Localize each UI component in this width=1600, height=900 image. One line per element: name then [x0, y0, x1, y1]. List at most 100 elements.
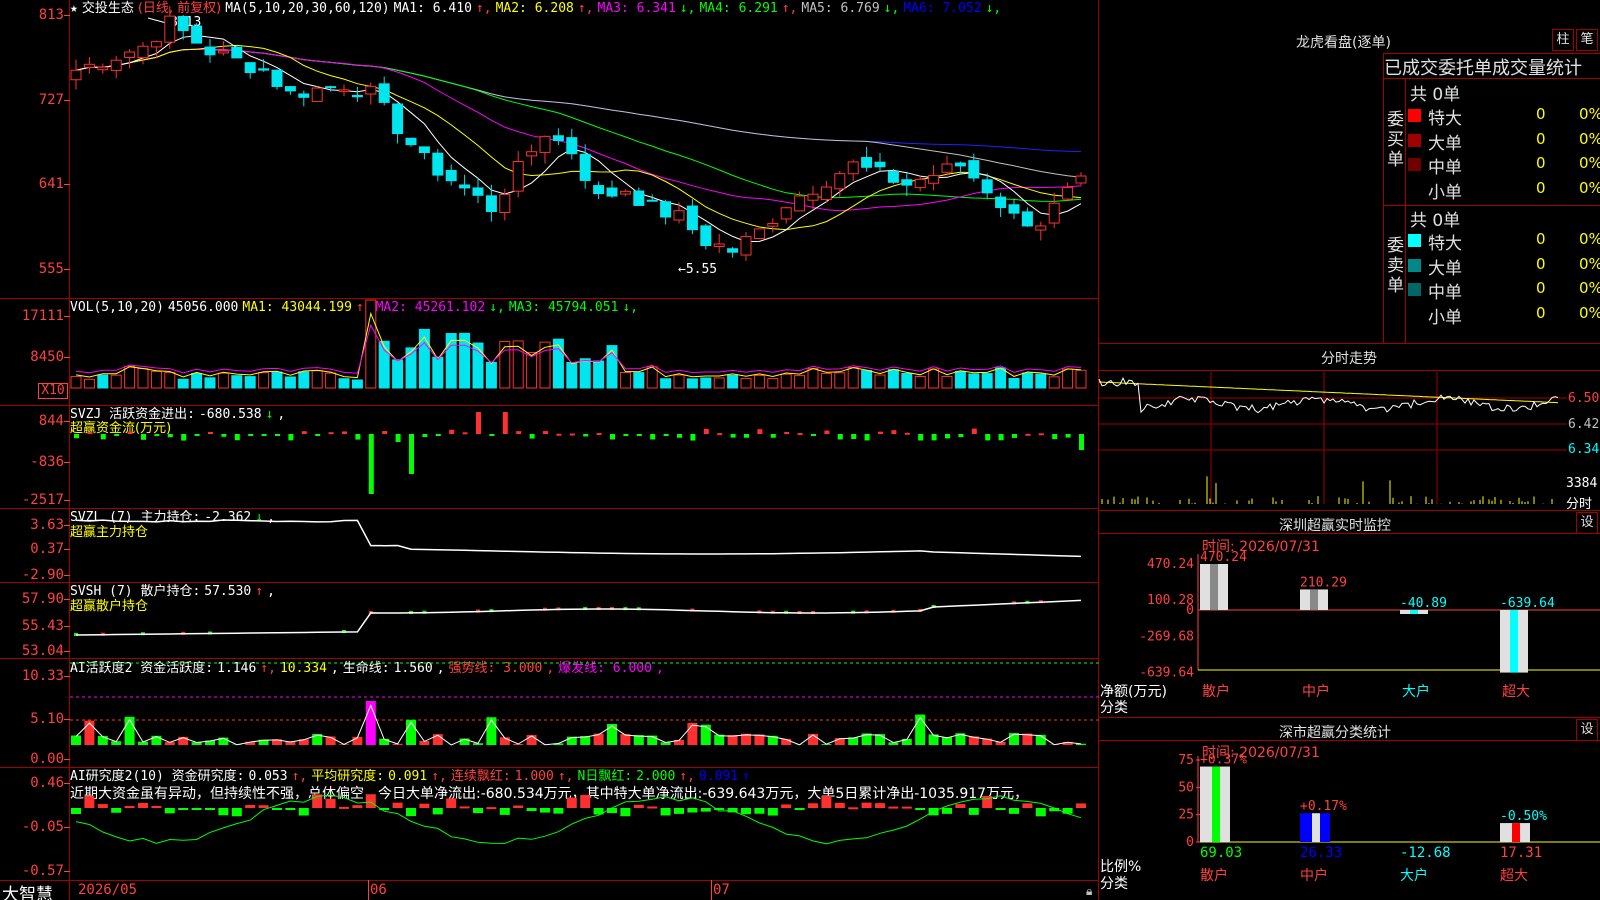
- sc-bottom-value: 26.33: [1300, 845, 1342, 861]
- sc-bar-top-label: +0.17%: [1300, 799, 1347, 814]
- vol-unit-badge: X10: [38, 383, 68, 399]
- flow-bar: [476, 412, 481, 434]
- flow-bar: [824, 430, 830, 434]
- volume-bar: [191, 373, 203, 389]
- volume-bar: [901, 372, 913, 389]
- research-bar: [473, 808, 483, 814]
- volume-bar: [137, 368, 149, 389]
- research-bar: [674, 808, 684, 814]
- ai-research-chart[interactable]: [70, 768, 1100, 880]
- candle-body: [968, 160, 980, 179]
- candle-body: [700, 225, 712, 247]
- svsh-chart[interactable]: [70, 583, 1100, 659]
- research-bar: [888, 806, 899, 809]
- intraday-ytick: 6.34: [1568, 442, 1600, 457]
- volume-bar: [284, 376, 296, 389]
- ai-active-ytick: 0.00: [30, 751, 64, 767]
- order-pct: 0%: [1579, 303, 1600, 322]
- candle-body: [311, 87, 323, 102]
- candle-body: [459, 184, 471, 189]
- candle-body: [606, 187, 618, 197]
- lock-icon[interactable]: 🔒︎: [1086, 884, 1092, 899]
- sz-bar-label: 210.29: [1300, 575, 1347, 590]
- order-pct: 0%: [1579, 154, 1600, 172]
- svzl-chart[interactable]: [70, 509, 1100, 583]
- flow-bar: [918, 434, 924, 441]
- flow-bar: [194, 434, 200, 436]
- volume-bar: [1035, 373, 1047, 389]
- flow-bar: [757, 429, 763, 434]
- research-bar: [205, 808, 215, 810]
- sc-stats-chart[interactable]: 75 50 25 0 +0.37% +0.17% -0.50% 69.03 散户 26.33 中户 -…: [1098, 740, 1600, 900]
- candle-body: [995, 196, 1007, 209]
- bar-mode-button[interactable]: 柱: [1552, 29, 1574, 51]
- swatch: [1408, 258, 1421, 272]
- order-count: 0: [1536, 154, 1546, 172]
- candle-body: [231, 46, 243, 59]
- activity-bar: [124, 716, 135, 745]
- volume-bar: [97, 374, 109, 389]
- intraday-ytick: 6.42: [1568, 417, 1600, 432]
- candle-body: [861, 157, 873, 168]
- sc-category: 散户: [1200, 867, 1228, 884]
- candle-body: [351, 94, 363, 98]
- order-type: 大单: [1428, 133, 1462, 154]
- research-bar: [1022, 803, 1033, 808]
- sz-category: 超大: [1502, 684, 1530, 700]
- tab-volume-stats[interactable]: 成交量统计: [1492, 54, 1582, 80]
- candle-body: [298, 93, 310, 98]
- sc-top-border: [1098, 717, 1600, 718]
- order-count: 0: [1536, 254, 1546, 273]
- intraday-chart[interactable]: [1098, 372, 1567, 508]
- flow-bar: [368, 434, 374, 494]
- research-bar: [1076, 803, 1086, 808]
- ai-research-ytick: -0.05: [21, 819, 64, 835]
- swatch: [1408, 234, 1421, 247]
- flow-bar: [529, 434, 535, 439]
- candle-body: [445, 169, 457, 182]
- volume-bar: [1048, 376, 1060, 389]
- order-row: 中单 0 0%: [1406, 153, 1600, 178]
- volume-chart[interactable]: [70, 299, 1100, 400]
- sz-bar-label: 470.24: [1200, 550, 1247, 565]
- candle-body: [124, 51, 136, 59]
- main-position-line: [75, 519, 1082, 558]
- candle-body: [847, 161, 859, 175]
- volume-bar: [727, 374, 739, 389]
- volume-bar: [713, 377, 725, 389]
- research-bar: [151, 806, 162, 809]
- sz-settings-button[interactable]: 设: [1576, 512, 1598, 534]
- research-bar: [580, 795, 591, 808]
- flow-bar: [100, 434, 106, 440]
- research-bar: [365, 794, 376, 808]
- activity-bar: [607, 723, 617, 745]
- flow-bar: [690, 434, 696, 441]
- tab-filled-orders[interactable]: 已成交委托单: [1384, 54, 1492, 80]
- candlestick-chart[interactable]: [70, 5, 1100, 295]
- intraday-top-border: [1098, 343, 1600, 344]
- ai-active-chart[interactable]: [70, 659, 1100, 767]
- research-bar: [607, 808, 617, 814]
- candle-body: [204, 46, 216, 56]
- pen-mode-button[interactable]: 笔: [1576, 29, 1598, 51]
- candle-body: [150, 41, 162, 48]
- activity-bar: [71, 735, 81, 745]
- candle-body: [472, 187, 484, 196]
- brand-logo[interactable]: 大智慧: [2, 880, 53, 900]
- candle-body: [727, 248, 739, 253]
- ma-line: [75, 48, 1082, 152]
- sc-settings-button[interactable]: 设: [1576, 719, 1598, 741]
- volume-bar: [606, 345, 618, 389]
- svzj-chart[interactable]: [70, 406, 1100, 506]
- order-type: 特大: [1428, 234, 1462, 254]
- sz-bar-label: -639.64: [1500, 596, 1555, 611]
- candle-body: [177, 15, 189, 32]
- volume-bar: [619, 372, 631, 389]
- order-row: 大单 0 0%: [1406, 254, 1600, 279]
- flow-bar: [1065, 434, 1071, 438]
- kline-ytick: 813: [38, 7, 64, 23]
- sz-monitor-chart[interactable]: 470.24100.280-269.68-639.64470.24散户210.2…: [1098, 534, 1600, 714]
- candle-body: [1035, 225, 1047, 231]
- volume-bar: [861, 370, 873, 389]
- candle-body: [325, 86, 337, 89]
